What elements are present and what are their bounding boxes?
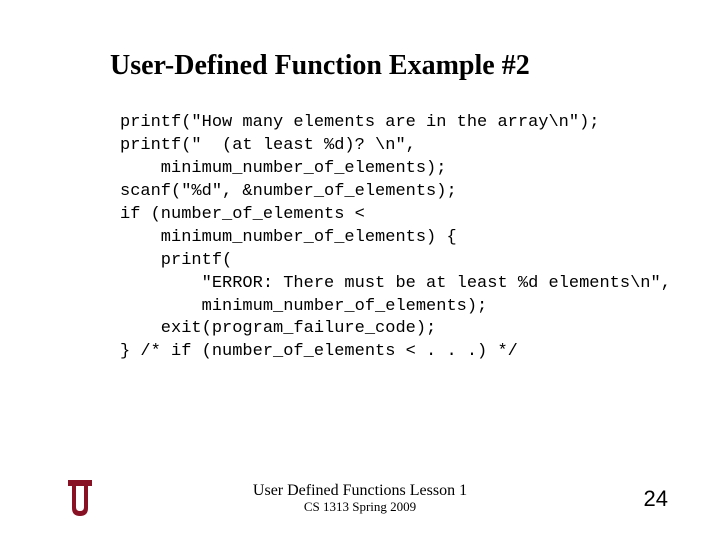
footer-lesson: User Defined Functions Lesson 1 [253,482,467,500]
slide-footer: User Defined Functions Lesson 1 CS 1313 … [0,482,720,515]
page-number: 24 [644,486,668,512]
code-block: printf("How many elements are in the arr… [120,112,670,364]
footer-text: User Defined Functions Lesson 1 CS 1313 … [253,482,467,515]
slide-title: User-Defined Function Example #2 [110,50,670,82]
slide: User-Defined Function Example #2 printf(… [0,0,720,540]
footer-course: CS 1313 Spring 2009 [253,500,467,515]
